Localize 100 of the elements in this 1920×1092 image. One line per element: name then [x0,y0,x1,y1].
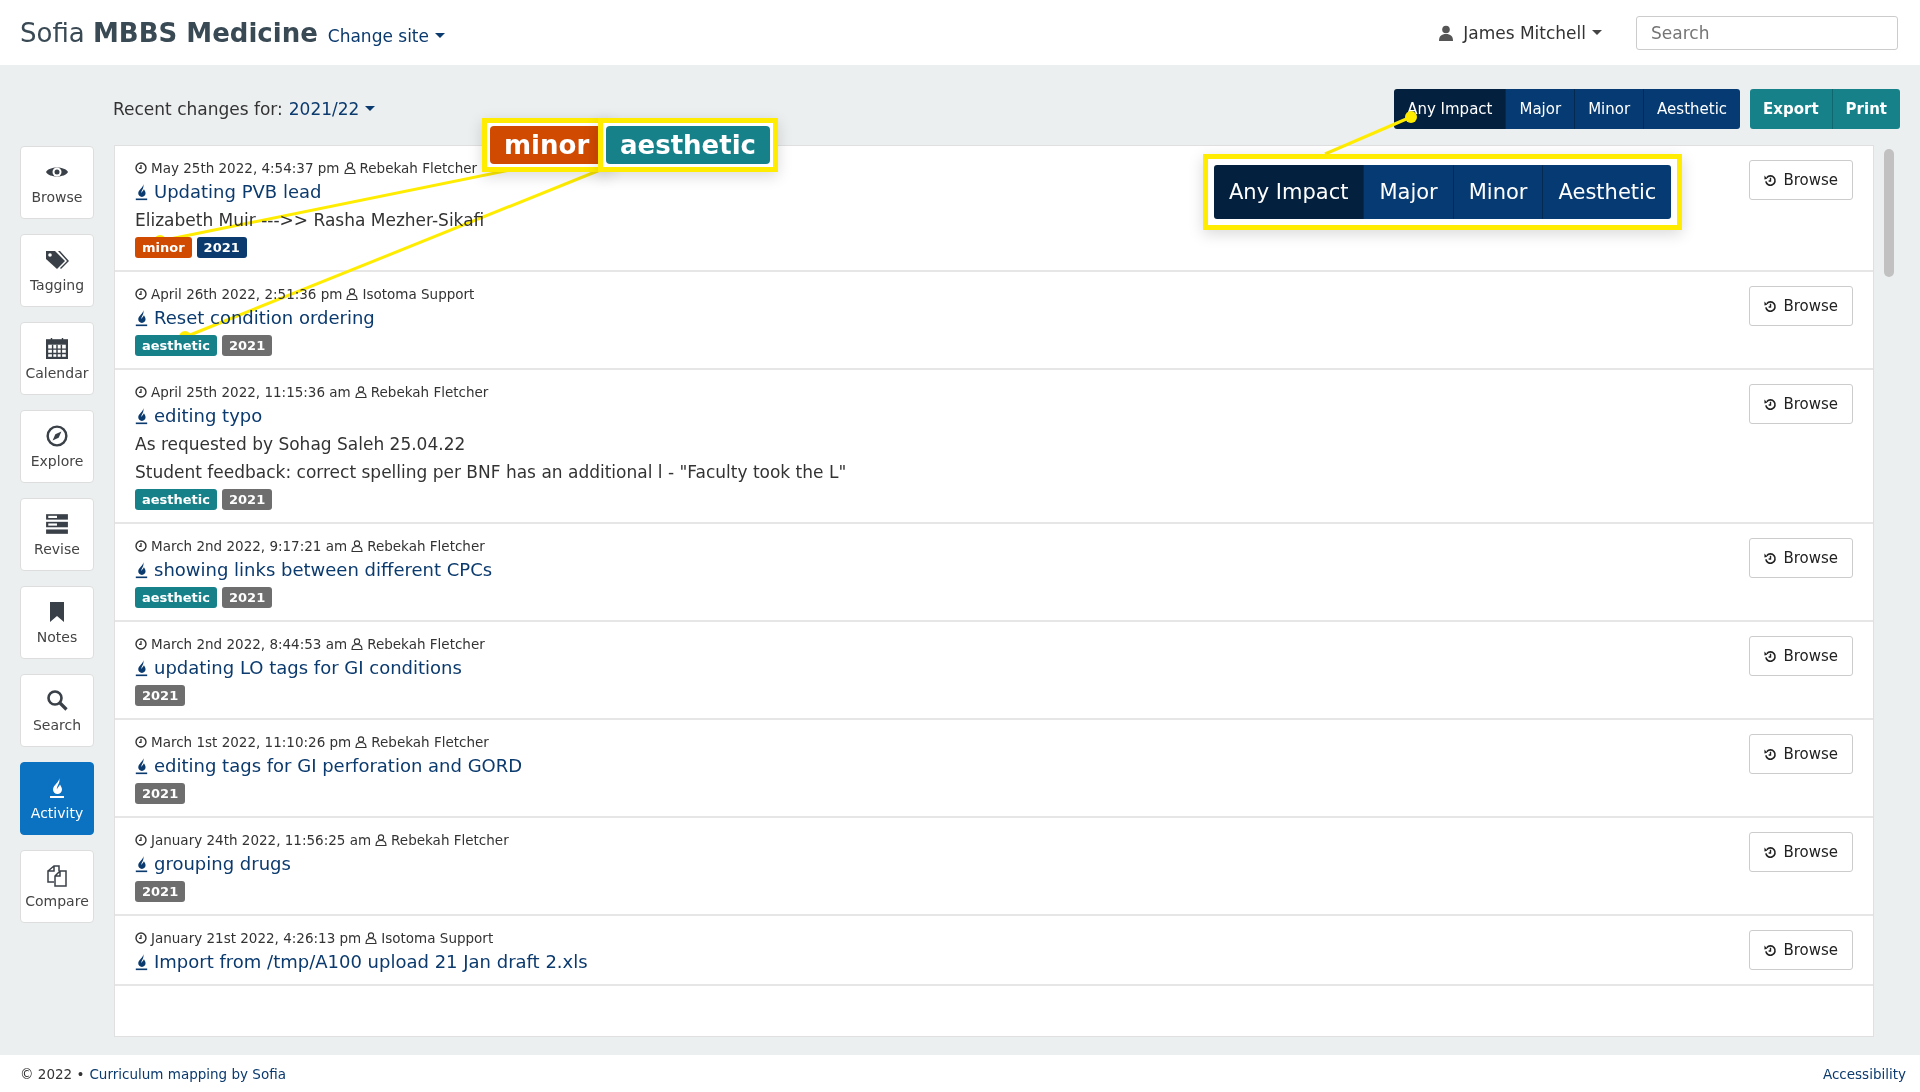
change-author: Rebekah Fletcher [371,734,489,750]
impact-filter-button[interactable]: Aesthetic [1644,88,1741,129]
magnified-filter-button[interactable]: Any Impact [1214,165,1365,219]
tag-label: minor [135,237,192,258]
tag-label: aesthetic [135,587,217,608]
change-title-link[interactable]: Import from /tmp/A100 upload 21 Jan draft 2.xls [154,951,588,972]
impact-filter-button[interactable]: Any Impact [1394,88,1507,129]
scrollbar-thumb[interactable] [1884,149,1894,277]
calendar-icon [45,336,69,359]
history-icon [1764,943,1778,957]
browse-button[interactable]: Browse [1749,160,1853,200]
stack-icon [45,512,69,535]
user-icon [355,736,368,748]
browse-button[interactable]: Browse [1749,538,1853,578]
caret-icon [1592,30,1602,35]
browse-button[interactable]: Browse [1749,636,1853,676]
change-timestamp: May 25th 2022, 4:54:37 pm [151,160,340,176]
sidebar-item[interactable]: Notes [20,586,94,659]
tag-label: 2021 [135,783,186,804]
change-timestamp: January 24th 2022, 11:56:25 am [151,832,372,848]
user-icon [343,162,356,174]
action-button[interactable]: Print [1832,88,1900,129]
change-author: Rebekah Fletcher [359,160,478,176]
action-button[interactable]: Export [1750,88,1833,129]
change-timestamp: March 1st 2022, 11:10:26 pm [151,734,352,750]
change-title-link[interactable]: editing tags for GI perforation and GORD [154,755,523,776]
history-icon [1764,551,1778,565]
change-author: Isotoma Support [362,286,475,302]
caret-icon [435,33,445,38]
tag-label: aesthetic [135,335,217,356]
sidebar-item[interactable]: Search [20,674,94,747]
change-author: Rebekah Fletcher [370,384,489,400]
history-icon [1764,845,1778,859]
sidebar-item[interactable]: Revise [20,498,94,571]
change-note: Student feedback: correct spelling per BNF has an additional l - "Faculty took the L" [135,462,847,482]
tag-label: 2021 [222,489,273,510]
user-icon [351,540,364,552]
tag-label: 2021 [222,335,273,356]
sidebar-item[interactable]: Calendar [20,322,94,395]
change-title-link[interactable]: editing typo [154,405,263,426]
compass-icon [45,424,69,447]
change-author: Rebekah Fletcher [367,636,485,652]
clock-icon [135,834,147,846]
clock-icon [135,932,147,944]
accessibility-link[interactable]: Accessibility [1822,1065,1906,1082]
clock-icon [135,736,147,748]
change-title-link[interactable]: Updating PVB lead [154,181,322,202]
tag-label: aesthetic [135,489,217,510]
sidebar-item[interactable]: Tagging [20,234,94,307]
change-author: Isotoma Support [381,930,494,946]
history-icon [1764,747,1778,761]
user-icon [1439,24,1454,41]
tag-label: 2021 [196,237,247,258]
copyright-text: © 2022 • [20,1065,85,1082]
magnified-filter-button[interactable]: Minor [1453,165,1544,219]
user-icon [354,386,367,398]
sidebar-item[interactable]: Compare [20,850,94,923]
change-title-link[interactable]: showing links between different CPCs [154,559,493,580]
change-title-link[interactable]: grouping drugs [154,853,291,874]
search-icon [45,688,69,711]
user-menu[interactable]: James Mitchell [1463,22,1602,43]
user-icon [351,638,364,650]
history-icon [1764,649,1778,663]
year-dropdown[interactable]: 2021/22 [288,98,376,119]
change-note: As requested by Sohag Saleh 25.04.22 [135,434,467,454]
tag-label: 2021 [135,881,186,902]
browse-button[interactable]: Browse [1749,384,1853,424]
user-icon [346,288,359,300]
change-title-link[interactable]: updating LO tags for GI conditions [154,657,462,678]
clock-icon [135,540,147,552]
change-author: Rebekah Fletcher [391,832,509,848]
tag-label: 2021 [222,587,273,608]
magnified-filter-button[interactable]: Aesthetic [1543,165,1672,219]
sidebar-item[interactable]: Browse [20,146,94,219]
user-icon [375,834,388,846]
browse-button[interactable]: Browse [1749,930,1853,970]
clock-icon [135,162,147,174]
history-icon [1764,299,1778,313]
recent-changes-label: Recent changes for: [113,98,283,119]
change-timestamp: January 21st 2022, 4:26:13 pm [151,930,362,946]
change-author: Rebekah Fletcher [367,538,485,554]
site-title: Sofia MBBS Medicine [20,17,318,48]
credit-link[interactable]: Curriculum mapping by Sofia [89,1065,286,1082]
browse-button[interactable]: Browse [1749,286,1853,326]
sidebar-item[interactable]: Explore [20,410,94,483]
search-field[interactable]: Search [1636,15,1898,50]
change-site-link[interactable]: Change site [327,25,445,46]
clock-icon [135,386,147,398]
magnified-filter-button[interactable]: Major [1364,165,1454,219]
impact-filter-button[interactable]: Major [1506,88,1576,129]
browse-button[interactable]: Browse [1749,832,1853,872]
change-timestamp: March 2nd 2022, 8:44:53 am [151,636,348,652]
history-icon [1764,173,1778,187]
change-timestamp: April 25th 2022, 11:15:36 am [151,384,351,400]
sidebar-item[interactable]: Activity [20,762,94,835]
user-icon [365,932,378,944]
clock-icon [135,288,147,300]
browse-button[interactable]: Browse [1749,734,1853,774]
change-timestamp: March 2nd 2022, 9:17:21 am [151,538,348,554]
impact-filter-button[interactable]: Minor [1575,88,1645,129]
